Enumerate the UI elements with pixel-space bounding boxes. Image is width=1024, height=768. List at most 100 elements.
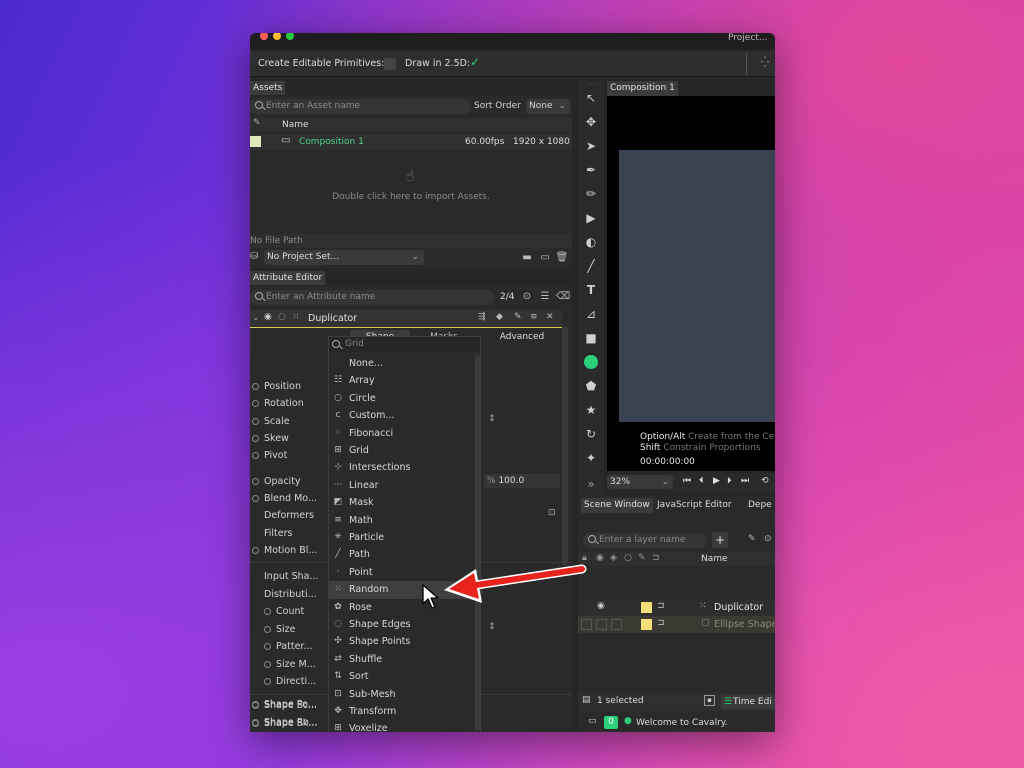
keyframe-dot-icon[interactable]: [252, 435, 259, 442]
menu-item-circle[interactable]: ○ Circle: [329, 390, 482, 407]
menu-icon[interactable]: ≡: [530, 312, 538, 322]
time-editor-button[interactable]: ☰ Time Edi: [721, 695, 775, 709]
link-proportions-icon[interactable]: ⇕: [488, 622, 496, 632]
draw-25d-checkbox[interactable]: ✓: [470, 55, 480, 69]
sparkle-tool-icon[interactable]: ✦: [580, 447, 602, 469]
settings-icon[interactable]: ☰: [538, 290, 552, 304]
zoom-dropdown[interactable]: 32% ⌄: [607, 475, 673, 489]
console-icon[interactable]: ▭: [588, 716, 597, 726]
close-window-button[interactable]: [260, 33, 268, 40]
text-tool-icon[interactable]: T: [580, 279, 602, 301]
tab-attribute-editor[interactable]: Attribute Editor: [250, 271, 326, 285]
attr-distribution[interactable]: Distributi...: [264, 586, 317, 603]
keyframe-dot-icon[interactable]: [264, 678, 271, 685]
more-tools-icon[interactable]: »: [580, 473, 602, 495]
attr-scale[interactable]: Scale: [252, 413, 290, 430]
zoom-window-button[interactable]: [286, 33, 294, 40]
layer-color-swatch[interactable]: [641, 602, 652, 613]
star-tool-icon[interactable]: ★: [580, 399, 602, 421]
keyframe-dot-icon[interactable]: [264, 608, 271, 615]
tag-icon[interactable]: ⊐: [657, 601, 665, 611]
layer-flag-icon[interactable]: ⇶: [478, 312, 486, 322]
attr-direction[interactable]: Directi...: [264, 673, 316, 690]
keyframe-dot-icon[interactable]: [252, 478, 259, 485]
menu-item-fibonacci[interactable]: ⁘ Fibonacci: [329, 425, 482, 442]
select-tool-icon[interactable]: ↖: [580, 87, 602, 109]
close-icon[interactable]: ✕: [546, 312, 554, 322]
lock-toggle[interactable]: [581, 619, 592, 630]
attr-motion-blur[interactable]: Motion Bl...: [252, 542, 317, 559]
keyframe-dot-icon[interactable]: [252, 400, 259, 407]
camera-tool-icon[interactable]: ▶: [580, 207, 602, 229]
distribution-search-input[interactable]: Grid: [329, 337, 480, 352]
attr-shape-scale-row[interactable]: Shape Sc...: [252, 697, 317, 714]
tab-dependencies[interactable]: Depe: [748, 498, 772, 513]
brush-icon[interactable]: ✎: [748, 534, 756, 544]
tab-composition[interactable]: Composition 1: [607, 81, 678, 96]
keyframe-dot-icon[interactable]: [264, 643, 271, 650]
tab-assets[interactable]: Assets: [250, 81, 286, 95]
keyframe-dot-icon[interactable]: [252, 383, 259, 390]
layer-search-input[interactable]: Enter a layer name: [583, 533, 707, 548]
import-hint[interactable]: Double click here to import Assets.: [250, 192, 572, 202]
menu-item-linear[interactable]: ⋯ Linear: [329, 477, 482, 494]
attr-count[interactable]: Count: [264, 603, 304, 620]
step-forward-icon[interactable]: ⏵: [727, 476, 732, 486]
play-icon[interactable]: ▶: [713, 476, 720, 486]
attr-opacity[interactable]: Opacity: [252, 473, 301, 490]
trash-icon[interactable]: 🗑: [555, 251, 569, 265]
visibility-eye-icon[interactable]: ◉: [264, 312, 272, 322]
layer-header-row[interactable]: ⌄ ◉ ○ ⁙ Duplicator ⇶ ◆ ✎ ≡ ✕: [250, 310, 562, 328]
filter-icon[interactable]: ⊙: [520, 290, 534, 304]
menu-item-array[interactable]: ☷ Array: [329, 372, 482, 389]
menu-item-sub-mesh[interactable]: ⊡ Sub-Mesh: [329, 686, 482, 703]
loop-icon[interactable]: ⟲: [761, 476, 769, 486]
frame-icon[interactable]: ▪: [704, 695, 715, 706]
menu-item-shape-edges[interactable]: ◌ Shape Edges: [329, 616, 482, 633]
attr-blend-mode[interactable]: Blend Mo...: [252, 490, 317, 507]
tab-scene-window[interactable]: Scene Window: [581, 498, 653, 513]
menu-scrollbar[interactable]: [475, 355, 480, 731]
folder-icon[interactable]: ▬: [520, 251, 534, 265]
pen-tool-icon[interactable]: ✒: [580, 159, 602, 181]
menu-item-grid[interactable]: ⊞ Grid: [329, 442, 482, 459]
keyframe-dot-icon[interactable]: [252, 547, 259, 554]
attr-shape-skew[interactable]: Shape Sk...: [252, 715, 317, 732]
line-tool-icon[interactable]: ╱: [580, 255, 602, 277]
keyframe-dot-icon[interactable]: [252, 702, 259, 709]
asset-search-input[interactable]: Enter an Asset name: [250, 99, 470, 114]
tab-javascript-editor[interactable]: JavaScript Editor: [657, 498, 732, 513]
rectangle-tool-icon[interactable]: ■: [580, 327, 602, 349]
menu-item-transform[interactable]: ✥ Transform: [329, 703, 482, 720]
attr-deformers[interactable]: Deformers: [264, 507, 314, 524]
layer-row-duplicator[interactable]: ◉ ⊐ ⁙ Duplicator: [578, 599, 775, 616]
eye-toggle[interactable]: [596, 619, 607, 630]
viewport[interactable]: Option/Alt Create from the Cent Shift Co…: [607, 96, 775, 471]
opacity-field[interactable]: % 100.0: [484, 474, 560, 488]
attr-pattern[interactable]: Patter...: [264, 638, 313, 655]
arc-tool-icon[interactable]: ↻: [580, 423, 602, 445]
sort-order-dropdown[interactable]: None ⌄: [526, 99, 570, 114]
asset-row[interactable]: ▭ Composition 1 60.00fps 1920 x 1080: [250, 134, 572, 150]
keyframe-dot-icon[interactable]: [252, 418, 259, 425]
menu-item-none[interactable]: None...: [329, 355, 482, 372]
attr-size-mode[interactable]: Size M...: [264, 656, 316, 673]
attr-size[interactable]: Size: [264, 621, 296, 638]
composition-canvas[interactable]: [619, 150, 775, 422]
create-primitives-checkbox[interactable]: [384, 58, 396, 70]
keyframe-dot-icon[interactable]: [264, 661, 271, 668]
keyframe-dot-icon[interactable]: [264, 626, 271, 633]
minimize-window-button[interactable]: [273, 33, 281, 40]
snap-icon[interactable]: ⁛: [758, 56, 772, 70]
step-back-icon[interactable]: ⏴: [699, 476, 704, 486]
visibility-eye-icon[interactable]: ◉: [597, 601, 605, 611]
clear-icon[interactable]: ⌫: [556, 290, 570, 304]
solo-circle-icon[interactable]: ○: [278, 312, 286, 322]
move-tool-icon[interactable]: ✥: [580, 111, 602, 133]
menu-item-particle[interactable]: ✳ Particle: [329, 529, 482, 546]
menu-item-mask[interactable]: ◩ Mask: [329, 494, 482, 511]
project-set-dropdown[interactable]: No Project Set... ⌄: [264, 250, 424, 265]
attr-rotation[interactable]: Rotation: [252, 395, 304, 412]
skip-end-icon[interactable]: ⏭: [741, 476, 749, 486]
attr-position[interactable]: Position: [252, 378, 301, 395]
